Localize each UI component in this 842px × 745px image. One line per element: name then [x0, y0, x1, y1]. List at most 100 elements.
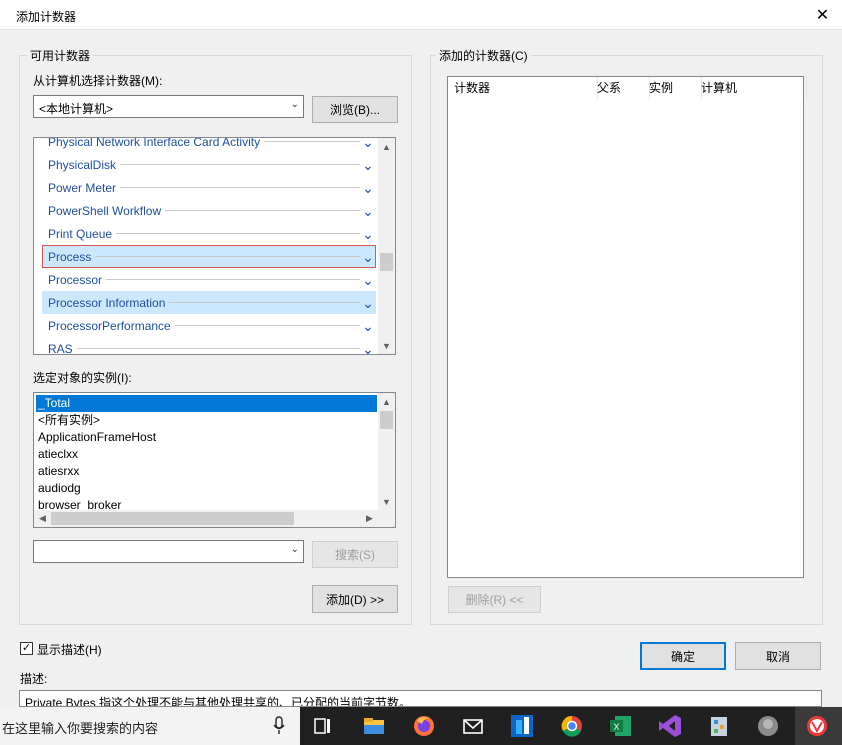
row-divider — [76, 348, 360, 349]
taskbar-search-box[interactable]: 在这里输入你要搜索的内容 — [0, 707, 300, 745]
chevron-down-icon[interactable]: ⌄ — [360, 158, 376, 172]
instance-search-combo[interactable]: ⌄ — [33, 540, 304, 563]
app-blue-icon[interactable] — [507, 711, 537, 741]
object-label: ProcessorPerformance — [42, 318, 175, 333]
app-box-icon[interactable] — [704, 711, 734, 741]
instances-label: 选定对象的实例(I): — [33, 371, 132, 385]
object-row[interactable]: Process ⌄ — [42, 245, 376, 268]
search-button[interactable]: 搜索(S) — [312, 541, 398, 568]
chevron-down-icon: ⌄ — [290, 544, 299, 555]
object-row[interactable]: ProcessorPerformance ⌄ — [42, 314, 376, 337]
computer-combo[interactable]: <本地计算机> ⌄ — [33, 95, 304, 118]
chevron-down-icon[interactable]: ⌄ — [360, 273, 376, 287]
object-list-scrollbar[interactable]: ▲ ▼ — [378, 138, 395, 354]
object-row[interactable]: PowerShell Workflow ⌄ — [42, 199, 376, 222]
computer-value: <本地计算机> — [39, 102, 114, 116]
row-divider — [165, 210, 360, 211]
chevron-down-icon[interactable]: ⌄ — [360, 204, 376, 218]
performance-object-list[interactable]: Physical Network Interface Card Activity… — [33, 137, 396, 355]
chevron-down-icon[interactable]: ⌄ — [360, 138, 376, 149]
object-row[interactable]: Power Meter ⌄ — [42, 176, 376, 199]
title-bar — [0, 0, 842, 30]
svg-text:X: X — [613, 722, 619, 732]
chevron-down-icon[interactable]: ⌄ — [360, 181, 376, 195]
instance-item[interactable]: <所有实例> — [36, 412, 377, 429]
chevron-down-icon[interactable]: ⌄ — [360, 227, 376, 241]
object-row[interactable]: Physical Network Interface Card Activity… — [42, 138, 376, 153]
show-description-checkbox[interactable]: ✓ — [20, 642, 33, 655]
taskbar-search-placeholder: 在这里输入你要搜索的内容 — [2, 721, 159, 736]
scroll-left-icon[interactable]: ◀ — [34, 510, 51, 527]
row-divider — [120, 187, 360, 188]
scroll-thumb[interactable] — [380, 253, 393, 271]
instances-list[interactable]: _Total <所有实例> ApplicationFrameHost atieclxx… — [33, 392, 396, 528]
column-header-instance[interactable]: 实例 — [643, 77, 702, 99]
instance-item[interactable]: atieclxx — [36, 446, 377, 463]
scroll-right-icon[interactable]: ▶ — [361, 510, 378, 527]
excel-icon[interactable]: X — [606, 711, 636, 741]
scroll-up-icon[interactable]: ▲ — [378, 138, 395, 155]
mic-icon[interactable] — [273, 716, 285, 736]
chevron-down-icon: ⌄ — [290, 99, 299, 110]
vivaldi-icon[interactable] — [802, 711, 832, 741]
scroll-thumb[interactable] — [51, 512, 294, 525]
object-label: PowerShell Workflow — [42, 203, 166, 218]
scroll-down-icon[interactable]: ▼ — [378, 493, 395, 510]
object-label: Print Queue — [42, 226, 117, 241]
available-counters-label: 可用计数器 — [27, 47, 94, 64]
add-button[interactable]: 添加(D) >> — [312, 585, 398, 613]
cancel-button[interactable]: 取消 — [735, 642, 821, 670]
chevron-down-icon[interactable]: ⌄ — [360, 296, 376, 310]
chevron-down-icon[interactable]: ⌄ — [360, 342, 376, 355]
column-header-parent[interactable]: 父系 — [591, 77, 650, 99]
instance-item[interactable]: _Total — [36, 395, 377, 412]
chevron-down-icon[interactable]: ⌄ — [360, 250, 376, 264]
close-button[interactable]: ✕ — [803, 0, 842, 30]
dialog-title: 添加计数器 — [16, 10, 77, 24]
instance-item[interactable]: ApplicationFrameHost — [36, 429, 377, 446]
description-box: Private Bytes 指这个处理不能与其他处理共享的、已分配的当前字节数。 — [19, 690, 822, 707]
ok-button[interactable]: 确定 — [640, 642, 726, 670]
visual-studio-icon[interactable] — [655, 711, 685, 741]
row-divider — [120, 164, 360, 165]
instance-item[interactable]: atiesrxx — [36, 463, 377, 480]
scroll-up-icon[interactable]: ▲ — [378, 393, 395, 410]
browse-button[interactable]: 浏览(B)... — [312, 96, 398, 123]
select-computer-label: 从计算机选择计数器(M): — [33, 74, 163, 88]
row-divider — [264, 141, 360, 142]
row-divider — [174, 325, 360, 326]
scroll-down-icon[interactable]: ▼ — [378, 337, 395, 354]
instances-vscrollbar[interactable]: ▲ ▼ — [378, 393, 395, 510]
column-header-counter[interactable]: 计数器 — [448, 77, 598, 99]
object-label: Power Meter — [42, 180, 121, 195]
object-row[interactable]: PhysicalDisk ⌄ — [42, 153, 376, 176]
object-row[interactable]: Processor Information ⌄ — [42, 291, 376, 314]
close-icon: ✕ — [815, 7, 830, 24]
object-row[interactable]: RAS ⌄ — [42, 337, 376, 355]
file-explorer-icon[interactable] — [359, 711, 389, 741]
chrome-icon[interactable] — [557, 711, 587, 741]
row-divider — [106, 279, 360, 280]
scroll-thumb[interactable] — [380, 411, 393, 429]
description-text: Private Bytes 指这个处理不能与其他处理共享的、已分配的当前字节数。 — [25, 696, 412, 707]
mail-icon[interactable] — [458, 711, 488, 741]
firefox-icon[interactable] — [409, 711, 439, 741]
added-counters-table[interactable]: 计数器 父系 实例 计算机 — [447, 76, 807, 578]
chevron-down-icon[interactable]: ⌄ — [360, 319, 376, 333]
remove-button[interactable]: 删除(R) << — [448, 586, 541, 613]
task-view-icon[interactable] — [308, 711, 338, 741]
app-gray-icon[interactable] — [753, 711, 783, 741]
checkmark-icon: ✓ — [21, 642, 32, 654]
object-label: RAS — [42, 341, 77, 354]
added-counters-label: 添加的计数器(C) — [436, 47, 531, 64]
instances-hscrollbar[interactable]: ◀ ▶ — [34, 510, 395, 527]
column-header-computer[interactable]: 计算机 — [695, 77, 807, 99]
object-label: Processor — [42, 272, 107, 287]
row-divider — [116, 233, 360, 234]
object-row[interactable]: Processor ⌄ — [42, 268, 376, 291]
object-label: Physical Network Interface Card Activity — [42, 138, 265, 149]
instance-item[interactable]: audiodg — [36, 480, 377, 497]
object-row[interactable]: Print Queue ⌄ — [42, 222, 376, 245]
description-label: 描述: — [20, 672, 48, 686]
object-label: PhysicalDisk — [42, 157, 121, 172]
